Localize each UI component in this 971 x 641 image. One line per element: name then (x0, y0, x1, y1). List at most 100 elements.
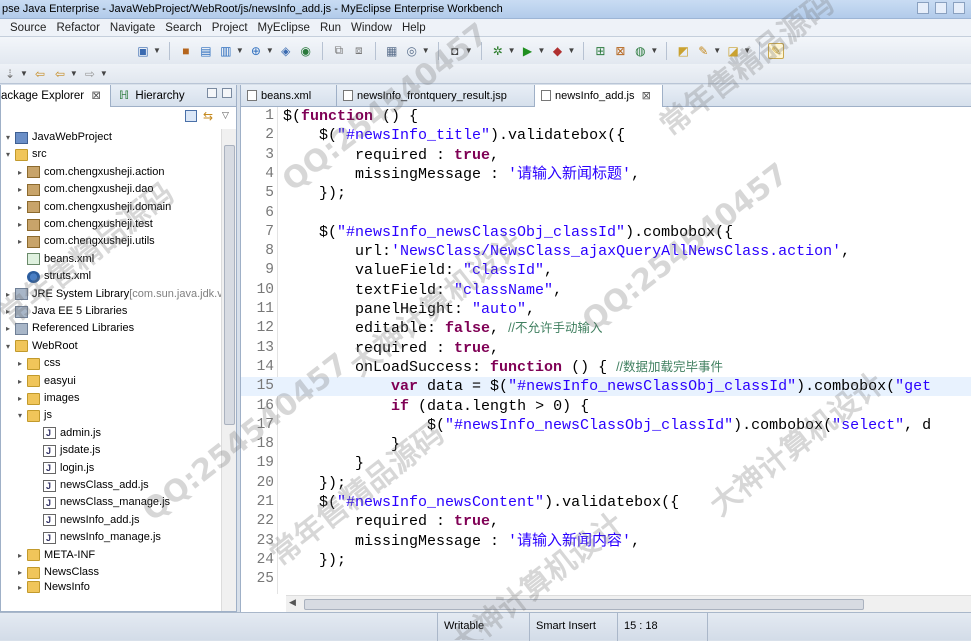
chevron-down-icon[interactable]: ▼ (567, 46, 575, 55)
tab-package-explorer[interactable]: ackage Explorer ⊠ (1, 85, 111, 107)
code-line[interactable]: 11 panelHeight: "auto", (241, 300, 971, 319)
tree-item-package-dao[interactable]: ▸ com.chengxusheji.dao (15, 181, 153, 198)
tree-vertical-scrollbar[interactable] (221, 129, 236, 611)
open-type-icon[interactable]: ◩ (675, 43, 691, 59)
globe-icon[interactable]: ◉ (298, 43, 314, 59)
deploy-icon[interactable]: ▤ (198, 43, 214, 59)
code-line[interactable]: 16 if (data.length > 0) { (241, 397, 971, 416)
code-area[interactable]: 1 $(function () {2 $("#newsInfo_title").v… (241, 107, 971, 594)
menu-help[interactable]: Help (397, 19, 431, 37)
tree-item-package-domain[interactable]: ▸ com.chengxusheji.domain (15, 199, 171, 216)
tree-item-package-utils[interactable]: ▸ com.chengxusheji.utils (15, 233, 155, 250)
debug-icon[interactable]: ✲ (490, 43, 506, 59)
code-line[interactable]: 4 missingMessage : '请输入新闻标题', (241, 165, 971, 184)
menu-project[interactable]: Project (207, 19, 253, 37)
annotation-icon[interactable]: ✎ (768, 42, 785, 59)
external-tools-icon[interactable]: ◆ (549, 43, 565, 59)
tree-item-css[interactable]: ▸ css (15, 355, 61, 372)
maximize-button[interactable] (935, 2, 947, 14)
code-line[interactable]: 15 var data = $("#newsInfo_newsClassObj_… (241, 377, 971, 397)
code-line[interactable]: 25 (241, 570, 971, 589)
code-line[interactable]: 14 onLoadSuccess: function () { //数据加载完毕… (241, 358, 971, 377)
tree-item-newsinfo[interactable]: ▸ NewsInfo (15, 581, 90, 594)
chevron-down-icon[interactable]: ▼ (743, 46, 751, 55)
chevron-down-icon[interactable]: ▼ (266, 46, 274, 55)
tree-item-referenced-libraries[interactable]: ▸ Referenced Libraries (3, 320, 134, 337)
tree-item-admin-js[interactable]: admin.js (31, 425, 101, 442)
tree-item-images[interactable]: ▸ images (15, 390, 79, 407)
minimize-button[interactable] (917, 2, 929, 14)
menu-myeclipse[interactable]: MyEclipse (253, 19, 315, 37)
scroll-left-icon[interactable]: ◀ (289, 597, 296, 608)
expand-arrow-icon[interactable]: ▸ (15, 216, 25, 233)
tree-item-webroot[interactable]: ▾ WebRoot (3, 338, 78, 355)
tree-item-easyui[interactable]: ▸ easyui (15, 373, 76, 390)
package-icon[interactable]: ■ (178, 43, 194, 59)
tree-item-javaee-libraries[interactable]: ▸ Java EE 5 Libraries (3, 303, 127, 320)
expand-arrow-icon[interactable]: ▸ (15, 233, 25, 250)
tree-item-login-js[interactable]: login.js (31, 460, 94, 477)
new-interface-icon[interactable]: ◍ (632, 43, 648, 59)
menu-window[interactable]: Window (346, 19, 397, 37)
code-line[interactable]: 20 }); (241, 474, 971, 493)
expand-arrow-icon[interactable]: ▸ (15, 181, 25, 198)
code-line[interactable]: 1 $(function () { (241, 107, 971, 126)
tree-item-newsclass[interactable]: ▸ NewsClass (15, 564, 99, 581)
code-line[interactable]: 19 } (241, 454, 971, 473)
chevron-down-icon[interactable]: ▼ (100, 69, 108, 78)
code-line[interactable]: 13 required : true, (241, 339, 971, 358)
chevron-down-icon[interactable]: ▼ (538, 46, 546, 55)
expand-arrow-icon[interactable]: ▸ (15, 355, 25, 372)
tree-item-newsclass-add-js[interactable]: newsClass_add.js (31, 477, 149, 495)
expand-arrow-icon[interactable]: ▸ (15, 390, 25, 407)
tree-item-package-test[interactable]: ▸ com.chengxusheji.test (15, 216, 153, 233)
chevron-down-icon[interactable]: ▼ (70, 69, 78, 78)
code-line[interactable]: 8 url:'NewsClass/NewsClass_ajaxQueryAllN… (241, 242, 971, 261)
new-package-icon[interactable]: ⊠ (612, 43, 628, 59)
chevron-down-icon[interactable]: ▼ (236, 46, 244, 55)
expand-arrow-icon[interactable]: ▾ (15, 407, 25, 424)
expand-arrow-icon[interactable]: ▸ (3, 303, 13, 320)
new-class-icon[interactable]: ⊞ (592, 43, 608, 59)
link-with-editor-icon[interactable]: ⇆ (203, 109, 213, 123)
chevron-down-icon[interactable]: ▼ (713, 46, 721, 55)
tab-beans-xml[interactable]: beans.xml (241, 85, 337, 107)
tree-item-newsinfo-add-js[interactable]: newsInfo_add.js (31, 512, 140, 529)
tree-item-meta-inf[interactable]: ▸ META-INF (15, 547, 95, 564)
expand-arrow-icon[interactable]: ▾ (3, 146, 13, 163)
maximize-view-icon[interactable] (222, 88, 232, 98)
paste-icon[interactable]: ⧈ (351, 43, 367, 59)
tree-item-js[interactable]: ▾ js (15, 407, 52, 424)
expand-arrow-icon[interactable]: ▾ (3, 338, 13, 355)
expand-arrow-icon[interactable]: ▸ (15, 199, 25, 216)
search-icon[interactable]: ✎ (695, 43, 711, 59)
screenshot-icon[interactable]: ◘ (447, 43, 463, 59)
code-line[interactable]: 22 required : true, (241, 512, 971, 531)
tab-hierarchy[interactable]: ℍ Hierarchy (119, 85, 185, 107)
editor-horizontal-scrollbar[interactable]: ◀ (286, 595, 971, 612)
chevron-down-icon[interactable]: ▼ (422, 46, 430, 55)
code-line[interactable]: 5 }); (241, 184, 971, 203)
code-line[interactable]: 23 missingMessage : '请输入新闻内容', (241, 532, 971, 551)
server-icon[interactable]: ▥ (218, 43, 234, 59)
code-line[interactable]: 10 textField: "className", (241, 281, 971, 300)
tree-item-jre-library[interactable]: ▸ JRE System Library [com.sun.java.jdk.v (3, 286, 223, 303)
code-line[interactable]: 9 valueField: "classId", (241, 261, 971, 280)
chevron-down-icon[interactable]: ▼ (508, 46, 516, 55)
tab-newsinfo-add-js[interactable]: newsInfo_add.js ⊠ (535, 85, 663, 107)
code-line[interactable]: 6 (241, 204, 971, 223)
expand-arrow-icon[interactable]: ▸ (15, 581, 25, 593)
open-browser-icon[interactable]: ◈ (278, 43, 294, 59)
next-annotation-icon[interactable]: ⇣ (2, 66, 18, 82)
uml-icon[interactable]: ◎ (404, 43, 420, 59)
copy-icon[interactable]: ⧉ (331, 43, 347, 59)
last-edit-icon[interactable]: ⇦ (32, 66, 48, 82)
forward-icon[interactable]: ⇨ (82, 66, 98, 82)
chevron-down-icon[interactable]: ▼ (153, 46, 161, 55)
web-service-icon[interactable]: ⊕ (248, 43, 264, 59)
code-line[interactable]: 7 $("#newsInfo_newsClassObj_classId").co… (241, 223, 971, 242)
chevron-down-icon[interactable]: ▼ (650, 46, 658, 55)
expand-arrow-icon[interactable]: ▸ (3, 286, 13, 303)
new-wizard-icon[interactable]: ▣ (135, 43, 151, 59)
expand-arrow-icon[interactable]: ▾ (3, 129, 13, 146)
